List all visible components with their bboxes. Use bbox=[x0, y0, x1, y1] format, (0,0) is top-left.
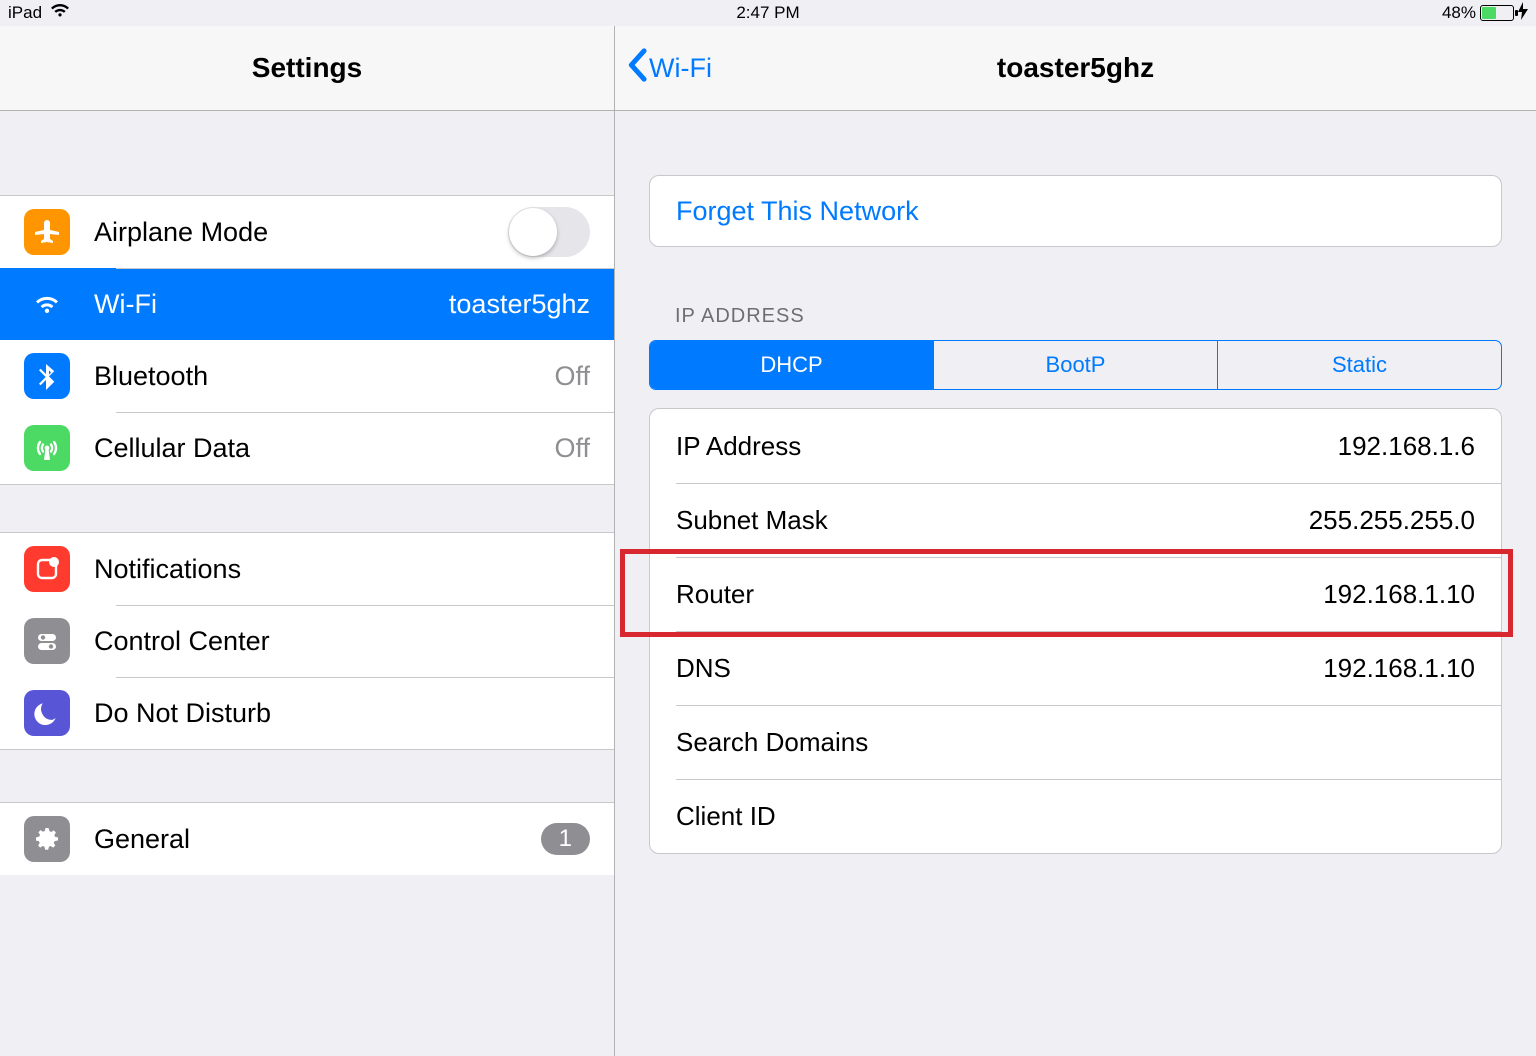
detail-navbar: Wi-Fi toaster5ghz bbox=[615, 26, 1536, 111]
sidebar-item-label: Bluetooth bbox=[94, 361, 208, 392]
status-time: 2:47 PM bbox=[736, 3, 799, 23]
battery-percent: 48% bbox=[1442, 3, 1476, 23]
settings-group-general: General 1 bbox=[0, 802, 614, 875]
forget-network-button[interactable]: Forget This Network bbox=[649, 175, 1502, 247]
moon-icon bbox=[24, 690, 70, 736]
charging-icon bbox=[1518, 2, 1528, 25]
wifi-icon bbox=[24, 281, 70, 327]
ip-info-list: IP Address 192.168.1.6 Subnet Mask 255.2… bbox=[649, 408, 1502, 854]
battery-fill bbox=[1482, 7, 1496, 19]
ip-address-header: IP ADDRESS bbox=[649, 305, 1502, 328]
control-center-icon bbox=[24, 618, 70, 664]
row-subnet-mask[interactable]: Subnet Mask 255.255.255.0 bbox=[650, 483, 1501, 557]
settings-sidebar: Settings Airplane Mode Wi-Fi toaster5ghz bbox=[0, 26, 615, 1056]
airplane-icon bbox=[24, 209, 70, 255]
value: 192.168.1.10 bbox=[1323, 579, 1475, 610]
sidebar-item-do-not-disturb[interactable]: Do Not Disturb bbox=[0, 677, 614, 749]
sidebar-item-label: Do Not Disturb bbox=[94, 698, 271, 729]
sidebar-item-bluetooth[interactable]: Bluetooth Off bbox=[0, 340, 614, 412]
sidebar-item-general[interactable]: General 1 bbox=[0, 803, 614, 875]
detail-title: toaster5ghz bbox=[997, 52, 1154, 84]
seg-bootp[interactable]: BootP bbox=[933, 341, 1217, 389]
sidebar-item-value: Off bbox=[554, 361, 590, 392]
airplane-mode-switch[interactable] bbox=[508, 207, 590, 257]
gear-icon bbox=[24, 816, 70, 862]
sidebar-item-notifications[interactable]: Notifications bbox=[0, 533, 614, 605]
forget-network-label: Forget This Network bbox=[676, 196, 919, 227]
bluetooth-icon bbox=[24, 353, 70, 399]
row-client-id[interactable]: Client ID bbox=[650, 779, 1501, 853]
row-ip-address[interactable]: IP Address 192.168.1.6 bbox=[650, 409, 1501, 483]
notifications-icon bbox=[24, 546, 70, 592]
row-router[interactable]: Router 192.168.1.10 bbox=[650, 557, 1501, 631]
row-dns[interactable]: DNS 192.168.1.10 bbox=[650, 631, 1501, 705]
battery-icon bbox=[1480, 5, 1514, 21]
sidebar-item-value: Off bbox=[554, 433, 590, 464]
sidebar-item-label: Notifications bbox=[94, 554, 241, 585]
label: Subnet Mask bbox=[676, 505, 828, 536]
ip-mode-segmented-control: DHCP BootP Static bbox=[649, 340, 1502, 390]
sidebar-item-label: General bbox=[94, 824, 190, 855]
wifi-detail-pane: Wi-Fi toaster5ghz Forget This Network IP… bbox=[615, 26, 1536, 1056]
general-badge: 1 bbox=[541, 823, 590, 855]
sidebar-item-wifi[interactable]: Wi-Fi toaster5ghz bbox=[0, 268, 614, 340]
sidebar-item-label: Control Center bbox=[94, 626, 270, 657]
seg-dhcp[interactable]: DHCP bbox=[650, 341, 933, 389]
chevron-left-icon bbox=[627, 48, 647, 89]
sidebar-title: Settings bbox=[252, 52, 362, 84]
label: Search Domains bbox=[676, 727, 868, 758]
back-label: Wi-Fi bbox=[649, 53, 712, 84]
seg-static[interactable]: Static bbox=[1217, 341, 1501, 389]
sidebar-item-airplane-mode[interactable]: Airplane Mode bbox=[0, 196, 614, 268]
sidebar-item-control-center[interactable]: Control Center bbox=[0, 605, 614, 677]
label: Client ID bbox=[676, 801, 776, 832]
value: 255.255.255.0 bbox=[1309, 505, 1475, 536]
label: IP Address bbox=[676, 431, 801, 462]
label: DNS bbox=[676, 653, 731, 684]
sidebar-item-value: toaster5ghz bbox=[449, 289, 590, 320]
sidebar-navbar: Settings bbox=[0, 26, 614, 111]
sidebar-item-label: Cellular Data bbox=[94, 433, 250, 464]
wifi-status-icon bbox=[50, 3, 70, 23]
settings-group-connectivity: Airplane Mode Wi-Fi toaster5ghz Bluetoot… bbox=[0, 195, 614, 485]
label: Router bbox=[676, 579, 754, 610]
settings-group-system: Notifications Control Center Do Not Dist… bbox=[0, 532, 614, 750]
sidebar-item-cellular-data[interactable]: Cellular Data Off bbox=[0, 412, 614, 484]
cellular-icon bbox=[24, 425, 70, 471]
value: 192.168.1.10 bbox=[1323, 653, 1475, 684]
value: 192.168.1.6 bbox=[1338, 431, 1475, 462]
row-search-domains[interactable]: Search Domains bbox=[650, 705, 1501, 779]
sidebar-item-label: Wi-Fi bbox=[94, 289, 157, 320]
sidebar-item-label: Airplane Mode bbox=[94, 217, 268, 248]
status-bar: iPad 2:47 PM 48% bbox=[0, 0, 1536, 26]
back-button[interactable]: Wi-Fi bbox=[627, 26, 712, 110]
device-label: iPad bbox=[8, 3, 42, 23]
